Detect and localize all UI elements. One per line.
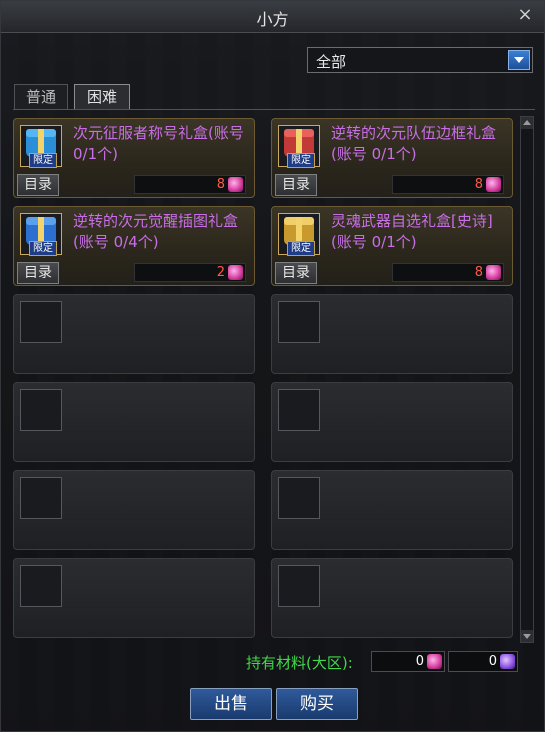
empty-icon-box <box>20 301 62 343</box>
item-slot[interactable]: 限定 目录 灵魂武器自选礼盒[史诗](账号 0/1个) 8 <box>271 206 513 286</box>
limited-badge: 限定 <box>287 153 315 168</box>
catalog-button[interactable]: 目录 <box>17 262 59 284</box>
item-slot[interactable]: 限定 目录 次元征服者称号礼盒(账号 0/1个) 8 <box>13 118 255 198</box>
category-dropdown-value: 全部 <box>316 53 347 71</box>
limited-badge: 限定 <box>29 153 57 168</box>
pink-gem-icon <box>427 654 442 669</box>
violet-gem-icon <box>500 654 515 669</box>
empty-slot <box>13 382 255 462</box>
violet-material-box: 0 <box>448 651 518 672</box>
empty-slot <box>13 294 255 374</box>
empty-slot <box>271 294 513 374</box>
gift-box-icon: 限定 <box>278 125 320 168</box>
item-slot[interactable]: 限定 目录 逆转的次元觉醒插图礼盒(账号 0/4个) 2 <box>13 206 255 286</box>
empty-slot <box>13 558 255 638</box>
empty-icon-box <box>278 389 320 431</box>
price-bar: 8 <box>392 263 504 282</box>
catalog-button[interactable]: 目录 <box>17 174 59 196</box>
chevron-down-icon[interactable] <box>508 50 530 70</box>
price-bar: 8 <box>134 175 246 194</box>
pink-material-box: 0 <box>371 651 445 672</box>
buy-button[interactable]: 购买 <box>276 688 358 720</box>
violet-material-count: 0 <box>488 654 497 669</box>
shop-window: 小方 × 全部 普通 困难 限定 目录 次元征服者称号礼盒(账号 0/1个) 8 <box>0 0 545 732</box>
category-dropdown[interactable]: 全部 <box>307 47 533 73</box>
gift-box-icon: 限定 <box>278 213 320 256</box>
empty-icon-box <box>20 565 62 607</box>
tab-divider <box>13 109 535 110</box>
tab-hard[interactable]: 困难 <box>74 84 130 110</box>
pink-gem-icon <box>486 265 501 280</box>
item-name: 次元征服者称号礼盒(账号 0/1个) <box>73 124 244 163</box>
gift-box-icon: 限定 <box>20 125 62 168</box>
item-list: 限定 目录 次元征服者称号礼盒(账号 0/1个) 8 限定 目录 逆转的次元队伍… <box>13 114 518 644</box>
sell-button[interactable]: 出售 <box>190 688 272 720</box>
empty-icon-box <box>20 389 62 431</box>
empty-slot <box>271 470 513 550</box>
materials-label: 持有材料(大区): <box>246 654 353 672</box>
item-price: 8 <box>216 177 225 192</box>
empty-icon-box <box>278 477 320 519</box>
title-bar: 小方 × <box>1 1 544 33</box>
empty-icon-box <box>278 301 320 343</box>
tab-normal[interactable]: 普通 <box>14 84 68 110</box>
pink-gem-icon <box>228 177 243 192</box>
catalog-button[interactable]: 目录 <box>275 174 317 196</box>
empty-slot <box>13 470 255 550</box>
empty-slot <box>271 382 513 462</box>
scroll-down-icon[interactable] <box>521 630 533 642</box>
item-name: 逆转的次元觉醒插图礼盒(账号 0/4个) <box>73 212 239 251</box>
close-icon[interactable]: × <box>514 4 536 26</box>
pink-gem-icon <box>486 177 501 192</box>
empty-icon-box <box>278 565 320 607</box>
item-price: 8 <box>474 265 483 280</box>
limited-badge: 限定 <box>287 241 315 256</box>
item-price: 8 <box>474 177 483 192</box>
price-bar: 8 <box>392 175 504 194</box>
item-price: 2 <box>216 265 225 280</box>
item-name: 逆转的次元队伍边框礼盒(账号 0/1个) <box>331 124 497 163</box>
item-slot[interactable]: 限定 目录 逆转的次元队伍边框礼盒(账号 0/1个) 8 <box>271 118 513 198</box>
item-name: 灵魂武器自选礼盒[史诗](账号 0/1个) <box>331 212 493 251</box>
window-title: 小方 <box>256 10 289 29</box>
scrollbar[interactable] <box>520 116 534 643</box>
empty-icon-box <box>20 477 62 519</box>
price-bar: 2 <box>134 263 246 282</box>
catalog-button[interactable]: 目录 <box>275 262 317 284</box>
empty-slot <box>271 558 513 638</box>
gift-box-icon: 限定 <box>20 213 62 256</box>
pink-gem-icon <box>228 265 243 280</box>
scroll-up-icon[interactable] <box>521 117 533 129</box>
pink-material-count: 0 <box>415 654 424 669</box>
limited-badge: 限定 <box>29 241 57 256</box>
